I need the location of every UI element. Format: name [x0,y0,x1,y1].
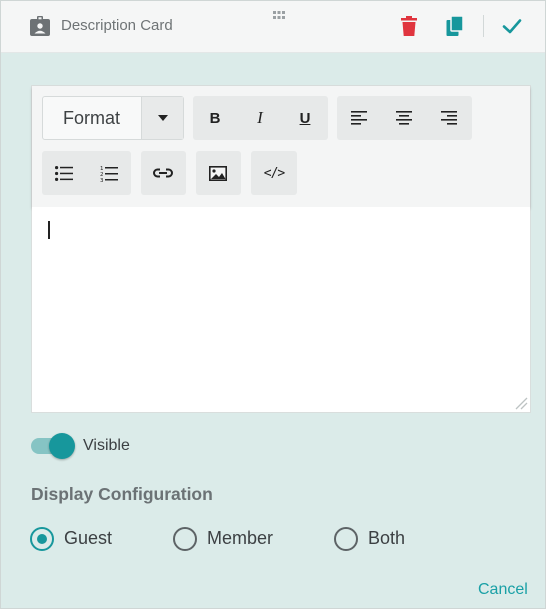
link-group [141,151,186,195]
italic-icon: I [257,108,263,127]
radio-both-label: Both [368,528,406,548]
radio-selected-dot [37,534,47,544]
align-right-button[interactable] [427,96,471,140]
image-icon [209,165,227,181]
image-button[interactable] [196,151,240,195]
resize-handle-icon[interactable] [514,396,528,410]
alignment-group [337,96,472,140]
image-group [196,151,241,195]
link-icon [153,168,173,178]
code-group: </> [251,151,297,195]
text-cursor [48,221,50,239]
underline-icon: U [299,109,311,127]
visible-label: Visible [83,437,130,454]
align-center-icon [396,111,412,125]
code-button[interactable]: </> [251,151,297,195]
code-icon: </> [263,165,286,181]
display-configuration-title: Display Configuration [31,484,213,504]
list-group: 123 [42,151,131,195]
caret-down-icon [157,115,168,121]
card-title: Description Card [61,17,173,34]
cancel-button[interactable]: Cancel [478,581,528,599]
editor-toolbar: Format B I U 1 2 3 </> [32,86,530,207]
radio-guest-ring [30,527,54,551]
radio-both-ring [334,527,358,551]
copy-icon[interactable] [445,15,465,37]
align-right-icon [441,111,457,125]
bold-button[interactable]: B [193,96,237,140]
bold-icon: B [209,109,221,127]
numbered-list-button[interactable]: 123 [87,151,131,195]
radio-member-ring [173,527,197,551]
underline-button[interactable]: U [283,96,327,140]
italic-button[interactable]: I [238,96,282,140]
card-header: Description Card [1,1,545,53]
numbered-list-icon: 123 [100,166,118,182]
header-divider [483,15,484,37]
dropdown-caret[interactable] [141,97,183,139]
bullet-list-icon [55,165,73,181]
drag-handle-icon[interactable] [271,10,287,22]
format-dropdown[interactable]: Format [42,96,184,140]
radio-member-label: Member [207,528,274,548]
toggle-knob [49,433,75,459]
description-card: Description Card Format B I U 1 2 3 </> … [0,0,546,609]
align-center-button[interactable] [382,96,426,140]
editor-content-area[interactable] [32,207,530,412]
trash-icon[interactable] [399,15,419,37]
check-icon[interactable] [501,16,523,36]
visible-toggle[interactable] [31,433,75,459]
align-left-icon [351,111,367,125]
svg-text:3: 3 [100,178,104,182]
align-left-button[interactable] [337,96,381,140]
link-button[interactable] [141,151,185,195]
rich-text-editor: Format B I U 1 2 3 </> [31,85,531,413]
id-badge-icon [30,16,50,36]
text-style-group: B I U [193,96,328,140]
bullet-list-button[interactable] [42,151,86,195]
radio-guest-label: Guest [64,528,113,548]
format-label: Format [63,108,121,128]
